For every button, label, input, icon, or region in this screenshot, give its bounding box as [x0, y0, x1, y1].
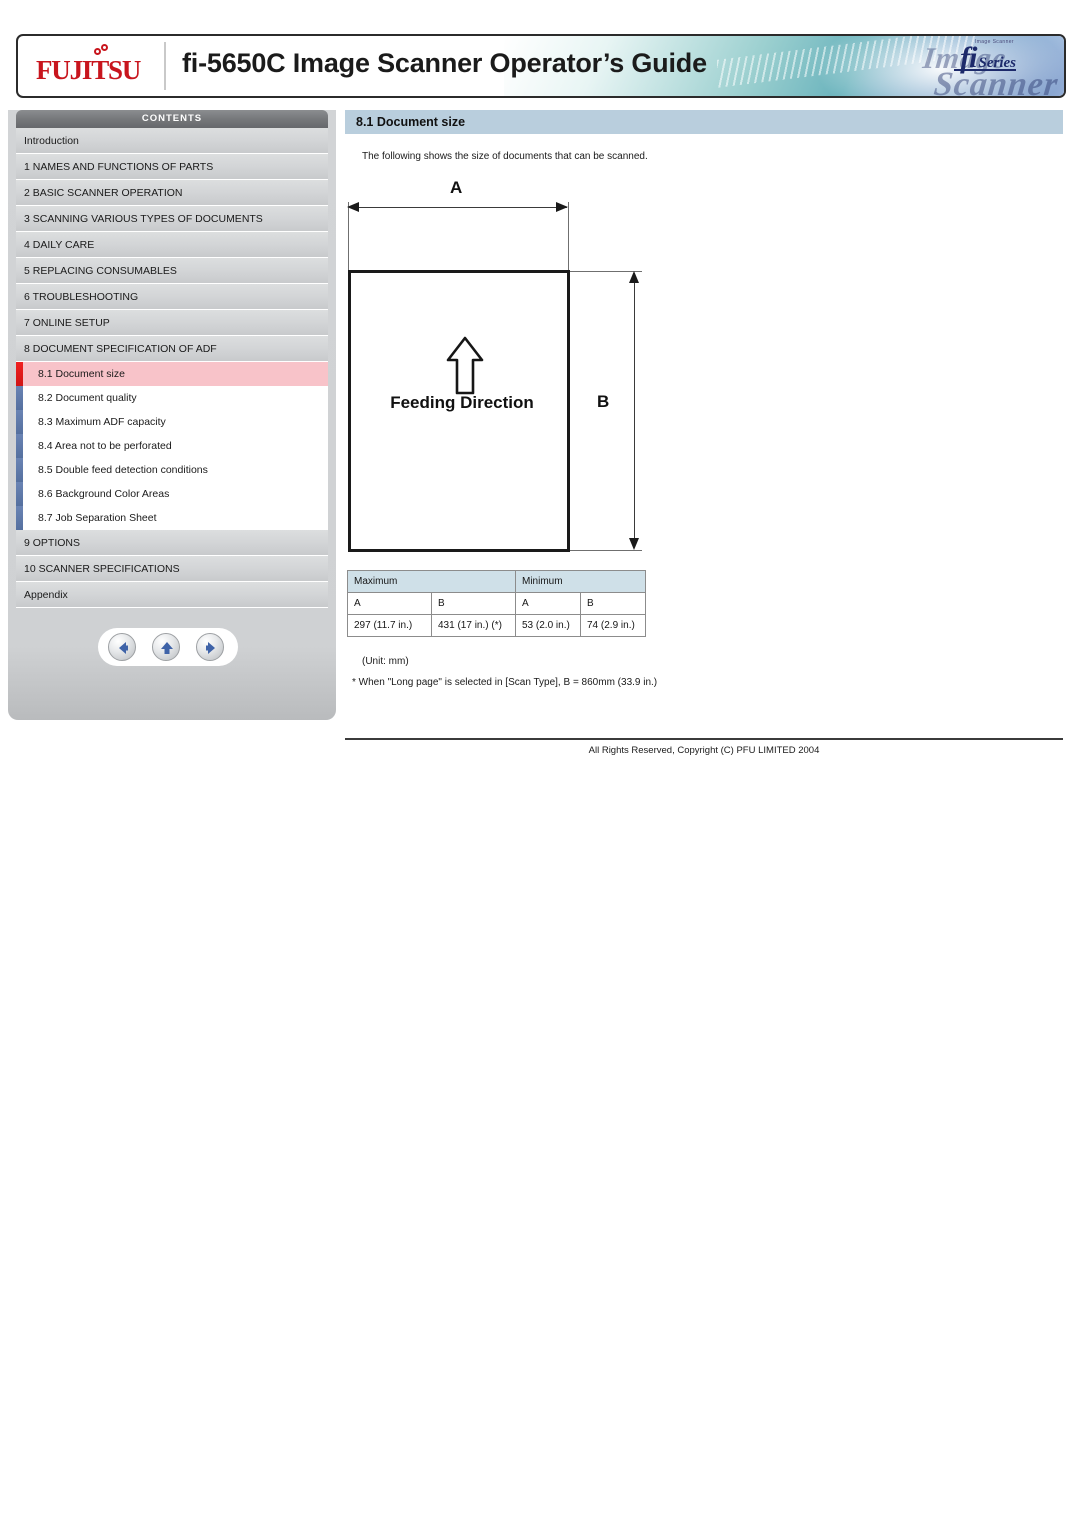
sidebar-subitem-job-separation-sheet[interactable]: 8.7 Job Separation Sheet [16, 506, 328, 530]
subitem-indicator-bar [16, 410, 23, 434]
header-divider [164, 42, 166, 90]
subitem-indicator-bar [16, 386, 23, 410]
page-title: fi-5650C Image Scanner Operator’s Guide [182, 48, 707, 78]
page-root: Image Scanner Image Scanner fi Series FUJ… [0, 0, 1080, 1528]
sidebar-item-basic-scanner-operation[interactable]: 2 BASIC SCANNER OPERATION [16, 180, 328, 206]
intro-paragraph: The following shows the size of document… [362, 151, 648, 162]
subitem-indicator-bar [16, 482, 23, 506]
active-indicator-bar [16, 362, 23, 386]
unit-note: (Unit: mm) [362, 656, 409, 667]
arrowhead-down-icon [629, 538, 639, 550]
table-column-header-row: A B A B [347, 592, 646, 615]
sidebar-subitem-maximum-adf-capacity[interactable]: 8.3 Maximum ADF capacity [16, 410, 328, 434]
value-min-b: 74 (2.9 in.) [580, 614, 646, 637]
column-header-min-b: B [580, 592, 646, 615]
dimension-line-a [351, 207, 567, 208]
dimension-label-a: A [450, 178, 463, 197]
document-size-diagram: A B Feeding Direction [345, 178, 665, 565]
table-row: 297 (11.7 in.) 431 (17 in.) (*) 53 (2.0 … [347, 614, 646, 637]
arrowhead-left-icon [347, 202, 359, 212]
up-arrow-icon[interactable] [152, 633, 180, 661]
page-header: Image Scanner Image Scanner fi Series FUJ… [16, 34, 1066, 98]
sidebar-subitem-document-size[interactable]: 8.1 Document size [16, 362, 328, 386]
group-header-maximum: Maximum [347, 570, 516, 593]
footer-divider [345, 738, 1063, 740]
copyright-text: All Rights Reserved, Copyright (C) PFU L… [588, 745, 820, 756]
document-outline: Feeding Direction [348, 270, 570, 552]
group-header-minimum: Minimum [515, 570, 646, 593]
fi-logo-underline [954, 69, 1016, 71]
sidebar-subitem-document-quality[interactable]: 8.2 Document quality [16, 386, 328, 410]
fujitsu-wordmark: FUJITSU [36, 55, 141, 85]
back-arrow-icon[interactable] [108, 633, 136, 661]
extension-line-right [568, 202, 569, 276]
sidebar-subitem-label: 8.5 Double feed detection conditions [38, 464, 208, 476]
subitem-indicator-bar [16, 506, 23, 530]
sidebar-subitem-label: 8.1 Document size [38, 368, 125, 380]
column-header-max-b: B [431, 592, 516, 615]
value-max-b: 431 (17 in.) (*) [431, 614, 516, 637]
extension-line-left [348, 202, 349, 276]
sidebar-subitem-label: 8.3 Maximum ADF capacity [38, 416, 166, 428]
sidebar-item-names-and-functions[interactable]: 1 NAMES AND FUNCTIONS OF PARTS [16, 154, 328, 180]
fujitsu-logo: FUJITSU [36, 42, 154, 92]
feeding-direction-arrow-icon [445, 335, 485, 402]
subitem-indicator-bar [16, 434, 23, 458]
sidebar-item-scanning-various-types[interactable]: 3 SCANNING VARIOUS TYPES OF DOCUMENTS [16, 206, 328, 232]
fujitsu-dots-icon [94, 44, 116, 56]
dimension-label-b: B [597, 392, 610, 411]
document-size-table: Maximum Minimum A B A B 297 (11.7 in.) 4… [347, 570, 646, 637]
sidebar-item-troubleshooting[interactable]: 6 TROUBLESHOOTING [16, 284, 328, 310]
sidebar-subitem-label: 8.2 Document quality [38, 392, 137, 404]
sidebar-item-appendix[interactable]: Appendix [16, 582, 328, 608]
arrowhead-right-icon [556, 202, 568, 212]
column-header-max-a: A [347, 592, 432, 615]
arrowhead-up-icon [629, 271, 639, 283]
table-footnote: * When "Long page" is selected in [Scan … [352, 677, 658, 688]
sidebar-item-replacing-consumables[interactable]: 5 REPLACING CONSUMABLES [16, 258, 328, 284]
sidebar-item-introduction[interactable]: Introduction [16, 128, 328, 154]
navigation-button-group [98, 628, 238, 666]
sidebar-item-document-specification-of-adf[interactable]: 8 DOCUMENT SPECIFICATION OF ADF [16, 336, 328, 362]
sidebar-subitem-label: 8.7 Job Separation Sheet [38, 512, 157, 524]
value-min-a: 53 (2.0 in.) [515, 614, 581, 637]
table-of-contents: CONTENTS Introduction 1 NAMES AND FUNCTI… [16, 110, 328, 608]
sidebar-item-online-setup[interactable]: 7 ONLINE SETUP [16, 310, 328, 336]
fi-series-tagline: Image Scanner [974, 39, 1014, 45]
feeding-direction-label: Feeding Direction [390, 393, 534, 412]
table-group-header-row: Maximum Minimum [347, 570, 646, 593]
sidebar-item-daily-care[interactable]: 4 DAILY CARE [16, 232, 328, 258]
sidebar-subitem-area-not-to-be-perforated[interactable]: 8.4 Area not to be perforated [16, 434, 328, 458]
sidebar-subitem-label: 8.6 Background Color Areas [38, 488, 170, 500]
forward-arrow-icon[interactable] [196, 633, 224, 661]
sidebar-subitem-background-color-areas[interactable]: 8.6 Background Color Areas [16, 482, 328, 506]
section-heading-text: 8.1 Document size [356, 115, 466, 129]
sidebar-subitem-double-feed-detection[interactable]: 8.5 Double feed detection conditions [16, 458, 328, 482]
dimension-line-b [634, 276, 635, 546]
value-max-a: 297 (11.7 in.) [347, 614, 432, 637]
section-heading-bar: 8.1 Document size [345, 110, 1063, 134]
sidebar-item-scanner-specifications[interactable]: 10 SCANNER SPECIFICATIONS [16, 556, 328, 582]
sidebar-subitem-label: 8.4 Area not to be perforated [38, 440, 172, 452]
contents-heading: CONTENTS [16, 110, 328, 128]
sidebar-item-options[interactable]: 9 OPTIONS [16, 530, 328, 556]
extension-line-bottom [570, 550, 642, 551]
subitem-indicator-bar [16, 458, 23, 482]
column-header-min-a: A [515, 592, 581, 615]
